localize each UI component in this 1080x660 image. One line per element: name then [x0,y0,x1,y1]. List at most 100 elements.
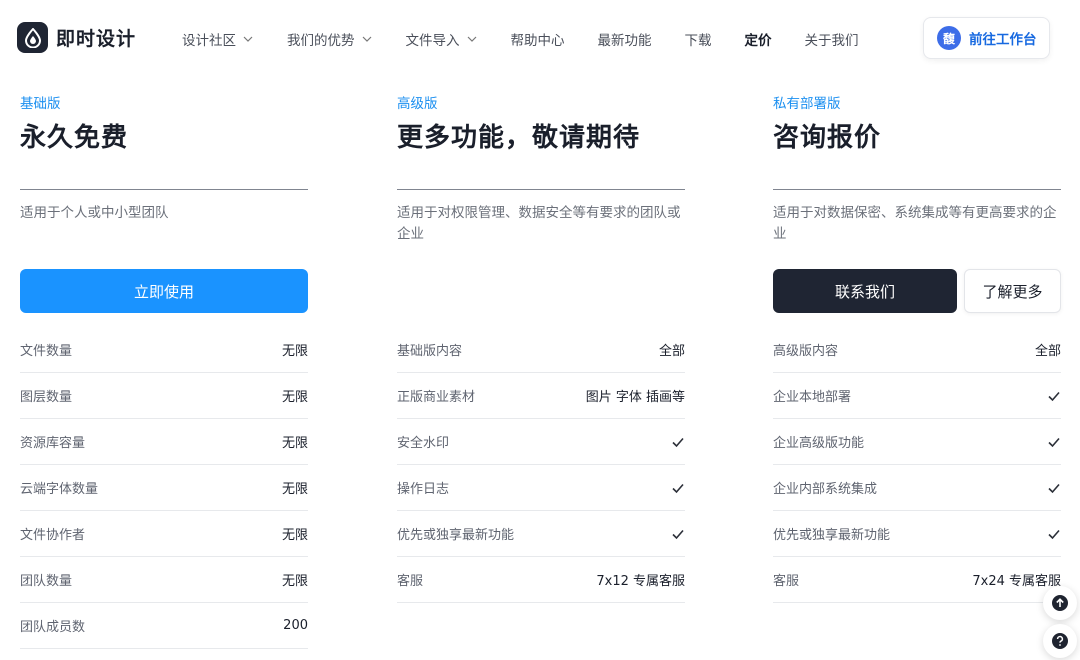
feature-value: 全部 [1034,344,1061,359]
plan-price: 咨询报价 [773,123,882,153]
help-button[interactable] [1043,624,1077,658]
feature-name: 客服 [773,574,800,589]
droplet-icon [17,22,48,53]
check-icon [672,483,684,493]
brand-name: 即时设计 [56,28,137,50]
nav-item-about[interactable]: 关于我们 [805,29,859,49]
feature-name: 安全水印 [397,436,450,451]
feature-name: 优先或独享最新功能 [397,528,515,543]
feature-name: 正版商业素材 [397,390,476,405]
feature-row: 基础版内容 全部 [397,327,685,373]
feature-value: 7x24 专属客服 [972,574,1061,589]
feature-name: 文件协作者 [20,528,86,543]
back-to-top-button[interactable] [1043,586,1077,620]
feature-name: 企业内部系统集成 [773,482,878,497]
plan-tier: 基础版 [20,96,61,112]
chevron-down-icon [362,36,371,42]
feature-row: 客服 7x24 专属客服 [773,557,1061,603]
feature-row: 团队成员数 200 [20,603,308,649]
plan-description: 适用于对数据保密、系统集成等有更高要求的企业 [773,205,1057,242]
feature-name: 图层数量 [20,390,73,405]
feature-row: 企业内部系统集成 [773,465,1061,511]
feature-value: 无限 [281,482,308,497]
plan-actions [397,269,685,313]
arrow-up-icon [1052,595,1068,611]
main-nav: 设计社区 我们的优势 文件导入 帮助中心 最新功能 下载 定价 关于我们 [182,29,892,49]
feature-list: 高级版内容 全部 企业本地部署 企业高级版功能 企业内部系统集成 优先或独享最新功… [773,327,1061,603]
nav-item-import[interactable]: 文件导入 [406,29,478,49]
contact-us-button[interactable]: 联系我们 [773,269,957,313]
feature-name: 优先或独享最新功能 [773,528,891,543]
divider [773,189,1061,190]
plan-description: 适用于个人或中小型团队 [20,205,169,221]
nav-item-new-features[interactable]: 最新功能 [598,29,652,49]
nav-item-help[interactable]: 帮助中心 [511,29,565,49]
feature-row: 正版商业素材 图片 字体 插画等 [397,373,685,419]
nav-label: 关于我们 [804,33,859,49]
feature-name: 云端字体数量 [20,482,99,497]
feature-row: 云端字体数量 无限 [20,465,308,511]
plan-advanced: 高级版 更多功能，敬请期待 适用于对权限管理、数据安全等有要求的团队或企业 基础… [397,92,685,603]
plan-actions: 联系我们 了解更多 [773,269,1061,313]
feature-value: 无限 [281,390,308,405]
feature-name: 基础版内容 [397,344,463,359]
feature-row: 图层数量 无限 [20,373,308,419]
top-header: 即时设计 设计社区 我们的优势 文件导入 帮助中心 最新功能 下载 定价 关于我… [0,0,1080,78]
nav-item-download[interactable]: 下载 [685,29,712,49]
nav-label: 文件导入 [405,33,460,49]
feature-value: 7x12 专属客服 [596,574,685,589]
divider [20,189,308,190]
nav-label: 设计社区 [182,33,236,49]
plan-private-deployment: 私有部署版 咨询报价 适用于对数据保密、系统集成等有更高要求的企业 联系我们 了… [773,92,1061,603]
nav-item-community[interactable]: 设计社区 [182,29,254,49]
go-to-workspace-button[interactable]: 馥 前往工作台 [923,17,1050,59]
workspace-label: 前往工作台 [969,32,1037,48]
plan-price: 永久免费 [20,123,129,153]
check-icon [1048,483,1060,493]
feature-row: 操作日志 [397,465,685,511]
feature-row: 优先或独享最新功能 [773,511,1061,557]
feature-row: 客服 7x12 专属客服 [397,557,685,603]
plan-description: 适用于对权限管理、数据安全等有要求的团队或企业 [397,205,681,242]
feature-name: 企业本地部署 [773,390,852,405]
chevron-down-icon [243,36,253,42]
feature-row: 高级版内容 全部 [773,327,1061,373]
avatar: 馥 [937,26,961,50]
feature-name: 客服 [397,574,424,589]
feature-value: 全部 [658,344,685,359]
nav-item-pricing[interactable]: 定价 [745,29,772,49]
chevron-down-icon [467,36,476,42]
feature-value: 无限 [281,574,308,589]
feature-row: 安全水印 [397,419,685,465]
check-icon [672,437,684,447]
feature-list: 基础版内容 全部 正版商业素材 图片 字体 插画等 安全水印 操作日志 优先或独享最… [397,327,685,603]
nav-label: 下载 [684,33,712,49]
feature-row: 文件协作者 无限 [20,511,308,557]
learn-more-button[interactable]: 了解更多 [964,269,1061,313]
feature-value: 无限 [281,528,308,543]
feature-value: 图片 字体 插画等 [585,390,685,405]
feature-value: 无限 [281,436,308,451]
feature-row: 优先或独享最新功能 [397,511,685,557]
feature-name: 团队成员数 [20,620,86,635]
feature-name: 高级版内容 [773,344,839,359]
feature-name: 资源库容量 [20,436,86,451]
check-icon [1048,437,1060,447]
feature-list: 文件数量 无限 图层数量 无限 资源库容量 无限 云端字体数量 无限 文件协作者 无限 团… [20,327,308,649]
check-icon [1048,391,1060,401]
check-icon [1048,529,1060,539]
feature-row: 文件数量 无限 [20,327,308,373]
nav-item-advantages[interactable]: 我们的优势 [287,29,373,49]
feature-name: 文件数量 [20,344,73,359]
brand-logo[interactable]: 即时设计 [17,22,136,53]
nav-label: 我们的优势 [287,33,355,49]
feature-value: 无限 [281,344,308,359]
feature-name: 操作日志 [397,482,450,497]
plan-actions: 立即使用 [20,269,308,313]
nav-label: 最新功能 [597,33,652,49]
use-now-button[interactable]: 立即使用 [20,269,308,313]
nav-label: 定价 [744,33,772,49]
feature-row: 企业本地部署 [773,373,1061,419]
nav-label: 帮助中心 [510,33,565,49]
plan-basic: 基础版 永久免费 适用于个人或中小型团队 立即使用 文件数量 无限 图层数量 无限 … [20,92,308,649]
